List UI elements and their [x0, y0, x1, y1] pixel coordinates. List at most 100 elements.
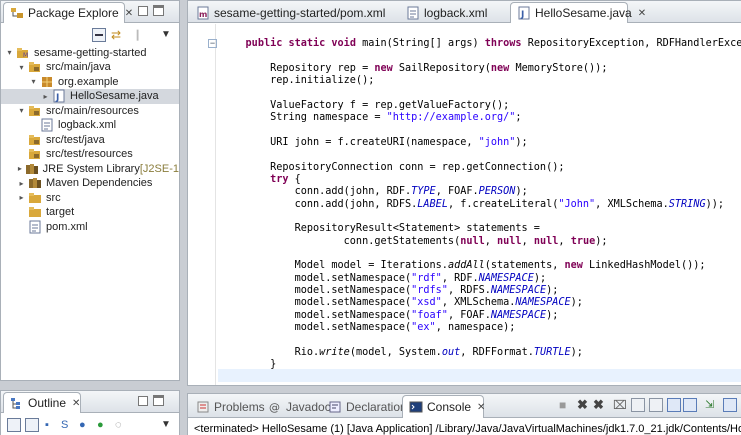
tree-item[interactable]: pom.xml — [1, 219, 179, 234]
collapse-arrow-icon[interactable]: ▸ — [17, 179, 26, 188]
code-token-kw: true — [570, 235, 596, 247]
code-token: ); — [546, 309, 559, 321]
code-editor[interactable]: public static void main(String[] args) t… — [221, 37, 741, 385]
problems-icon — [196, 400, 210, 414]
tree-item[interactable]: ▾ org.example — [1, 74, 179, 89]
outline-view: Outline ✕ ▪ S ● ● ◌ ▼ — [0, 390, 180, 435]
view-menu-icon[interactable]: ❙ — [133, 28, 147, 42]
bottom-tab-label: Problems — [214, 399, 265, 414]
code-line: } — [221, 358, 276, 371]
bottom-tab[interactable]: Problems — [190, 395, 265, 418]
scroll-lock-icon[interactable] — [631, 398, 645, 412]
display-console-icon[interactable] — [723, 398, 737, 412]
remove-launch-icon[interactable]: ✖ — [577, 398, 591, 412]
code-token-str: "john" — [478, 136, 516, 148]
word-wrap-icon[interactable] — [649, 398, 663, 412]
collapse-all-icon[interactable] — [92, 28, 106, 42]
expand-arrow-icon[interactable]: ▾ — [5, 48, 14, 57]
code-token: SailRepository( — [398, 62, 491, 74]
bottom-tab[interactable]: Declaration — [322, 395, 407, 418]
show-on-output-icon[interactable] — [667, 398, 681, 412]
hide-static-icon[interactable]: S — [61, 418, 75, 432]
hide-local-types-icon[interactable]: ● — [97, 418, 111, 432]
clear-console-icon[interactable]: ⌧ — [613, 398, 627, 412]
collapse-arrow-icon[interactable]: ▸ — [17, 164, 23, 173]
editor-tab[interactable]: m sesame-getting-started/pom.xml — [190, 2, 395, 23]
collapse-arrow-icon[interactable]: ▸ — [41, 92, 50, 101]
sort-icon[interactable] — [25, 418, 39, 432]
maximize-icon[interactable] — [153, 5, 164, 16]
code-token-kw: null — [533, 235, 559, 247]
tree-item[interactable]: ▾ src/main/resources — [1, 103, 179, 118]
focus-icon[interactable]: ◌ — [115, 418, 129, 432]
tab-package-explorer[interactable]: Package Explore ✕ — [3, 2, 133, 23]
minimize-icon[interactable] — [138, 396, 148, 406]
tree-item[interactable]: logback.xml — [1, 118, 179, 133]
code-token: MemoryStore()); — [515, 62, 608, 74]
tree-item[interactable]: ▸ src — [1, 190, 179, 205]
console-icon — [409, 400, 423, 414]
bottom-tab[interactable]: @ Javadoc — [262, 395, 331, 418]
code-token: ); — [515, 136, 528, 148]
code-token-kw: null — [460, 235, 485, 247]
minimize-icon[interactable] — [138, 6, 148, 16]
code-token: ; — [515, 112, 522, 124]
code-token: model.setNamespace( — [221, 285, 412, 296]
tree-item[interactable]: ▸ JRE System Library [J2SE-1 — [1, 161, 179, 176]
close-icon[interactable]: ✕ — [477, 402, 485, 413]
console-output: <terminated> HelloSesame (1) [Java Appli… — [194, 423, 741, 435]
tree-item[interactable]: src/test/resources — [1, 147, 179, 162]
tree-item[interactable]: ▾ Msesame-getting-started — [1, 45, 179, 60]
hide-fields-icon[interactable]: ▪ — [45, 418, 59, 432]
editor-tab[interactable]: J HelloSesame.java ✕ — [510, 2, 646, 23]
svg-text:@: @ — [269, 401, 280, 414]
editor-tabbar: m sesame-getting-started/pom.xml logback.x… — [188, 1, 741, 23]
code-token: , FOAF. — [447, 309, 491, 321]
close-icon[interactable]: ✕ — [638, 8, 646, 19]
expand-arrow-icon[interactable]: ▾ — [17, 63, 26, 72]
code-token: RepositoryException, RDFHandlerExcept — [527, 38, 741, 49]
editor-tab-label: logback.xml — [424, 5, 488, 20]
tree-item[interactable]: target — [1, 205, 179, 220]
collapse-all-icon[interactable] — [7, 418, 21, 432]
outline-icon — [10, 396, 24, 410]
method-collapse-icon[interactable]: − — [208, 39, 217, 48]
code-token: , XMLSchema. — [595, 198, 669, 210]
tree-item[interactable]: src/test/java — [1, 132, 179, 147]
tree-item[interactable]: ▸ J HelloSesame.java — [1, 88, 179, 104]
terminate-icon[interactable]: ■ — [559, 398, 573, 412]
close-icon[interactable]: ✕ — [72, 398, 80, 409]
code-token-str: "ex" — [411, 322, 436, 334]
project-icon: M — [16, 46, 30, 60]
hide-non-public-icon[interactable]: ● — [79, 418, 93, 432]
expand-arrow-icon[interactable]: ▾ — [17, 106, 26, 115]
expand-arrow-icon[interactable]: ▾ — [29, 77, 38, 86]
maven-pom-icon: m — [196, 6, 210, 20]
remove-all-icon[interactable]: ✖ — [593, 398, 607, 412]
code-token: LinkedHashModel()); — [589, 260, 706, 272]
source-folder-icon — [28, 133, 42, 147]
maximize-icon[interactable] — [153, 395, 164, 406]
chevron-down-icon[interactable]: ▼ — [161, 28, 175, 42]
code-line: Model model = Iterations.addAll(statemen… — [221, 259, 706, 272]
show-on-error-icon[interactable] — [683, 398, 697, 412]
eclipse-window: { "package_explorer": { "title": "Packag… — [0, 0, 741, 435]
tab-outline[interactable]: Outline ✕ — [3, 392, 81, 413]
code-line: String namespace = "http://example.org/"… — [221, 111, 522, 124]
tree-item-label: src/main/java — [46, 61, 111, 73]
code-token: main(String[] args) — [362, 38, 485, 49]
tree-item[interactable]: ▸ Maven Dependencies — [1, 176, 179, 191]
code-token-kw: new — [490, 62, 516, 74]
bottom-tab[interactable]: Console ✕ — [402, 395, 485, 418]
code-token: { — [294, 173, 301, 185]
close-icon[interactable]: ✕ — [125, 8, 133, 19]
pin-console-icon[interactable]: ⇲ — [705, 398, 719, 412]
chevron-down-icon[interactable]: ▼ — [161, 418, 175, 432]
code-token-kw: public static void — [245, 38, 363, 49]
link-with-editor-icon[interactable]: ⇄ — [109, 28, 123, 42]
tree-item[interactable]: ▾ src/main/java — [1, 60, 179, 75]
java-file-icon: J — [52, 89, 66, 103]
collapse-arrow-icon[interactable]: ▸ — [17, 193, 26, 202]
editor-tab[interactable]: logback.xml — [400, 2, 508, 23]
code-token-str: "foaf" — [411, 309, 448, 321]
